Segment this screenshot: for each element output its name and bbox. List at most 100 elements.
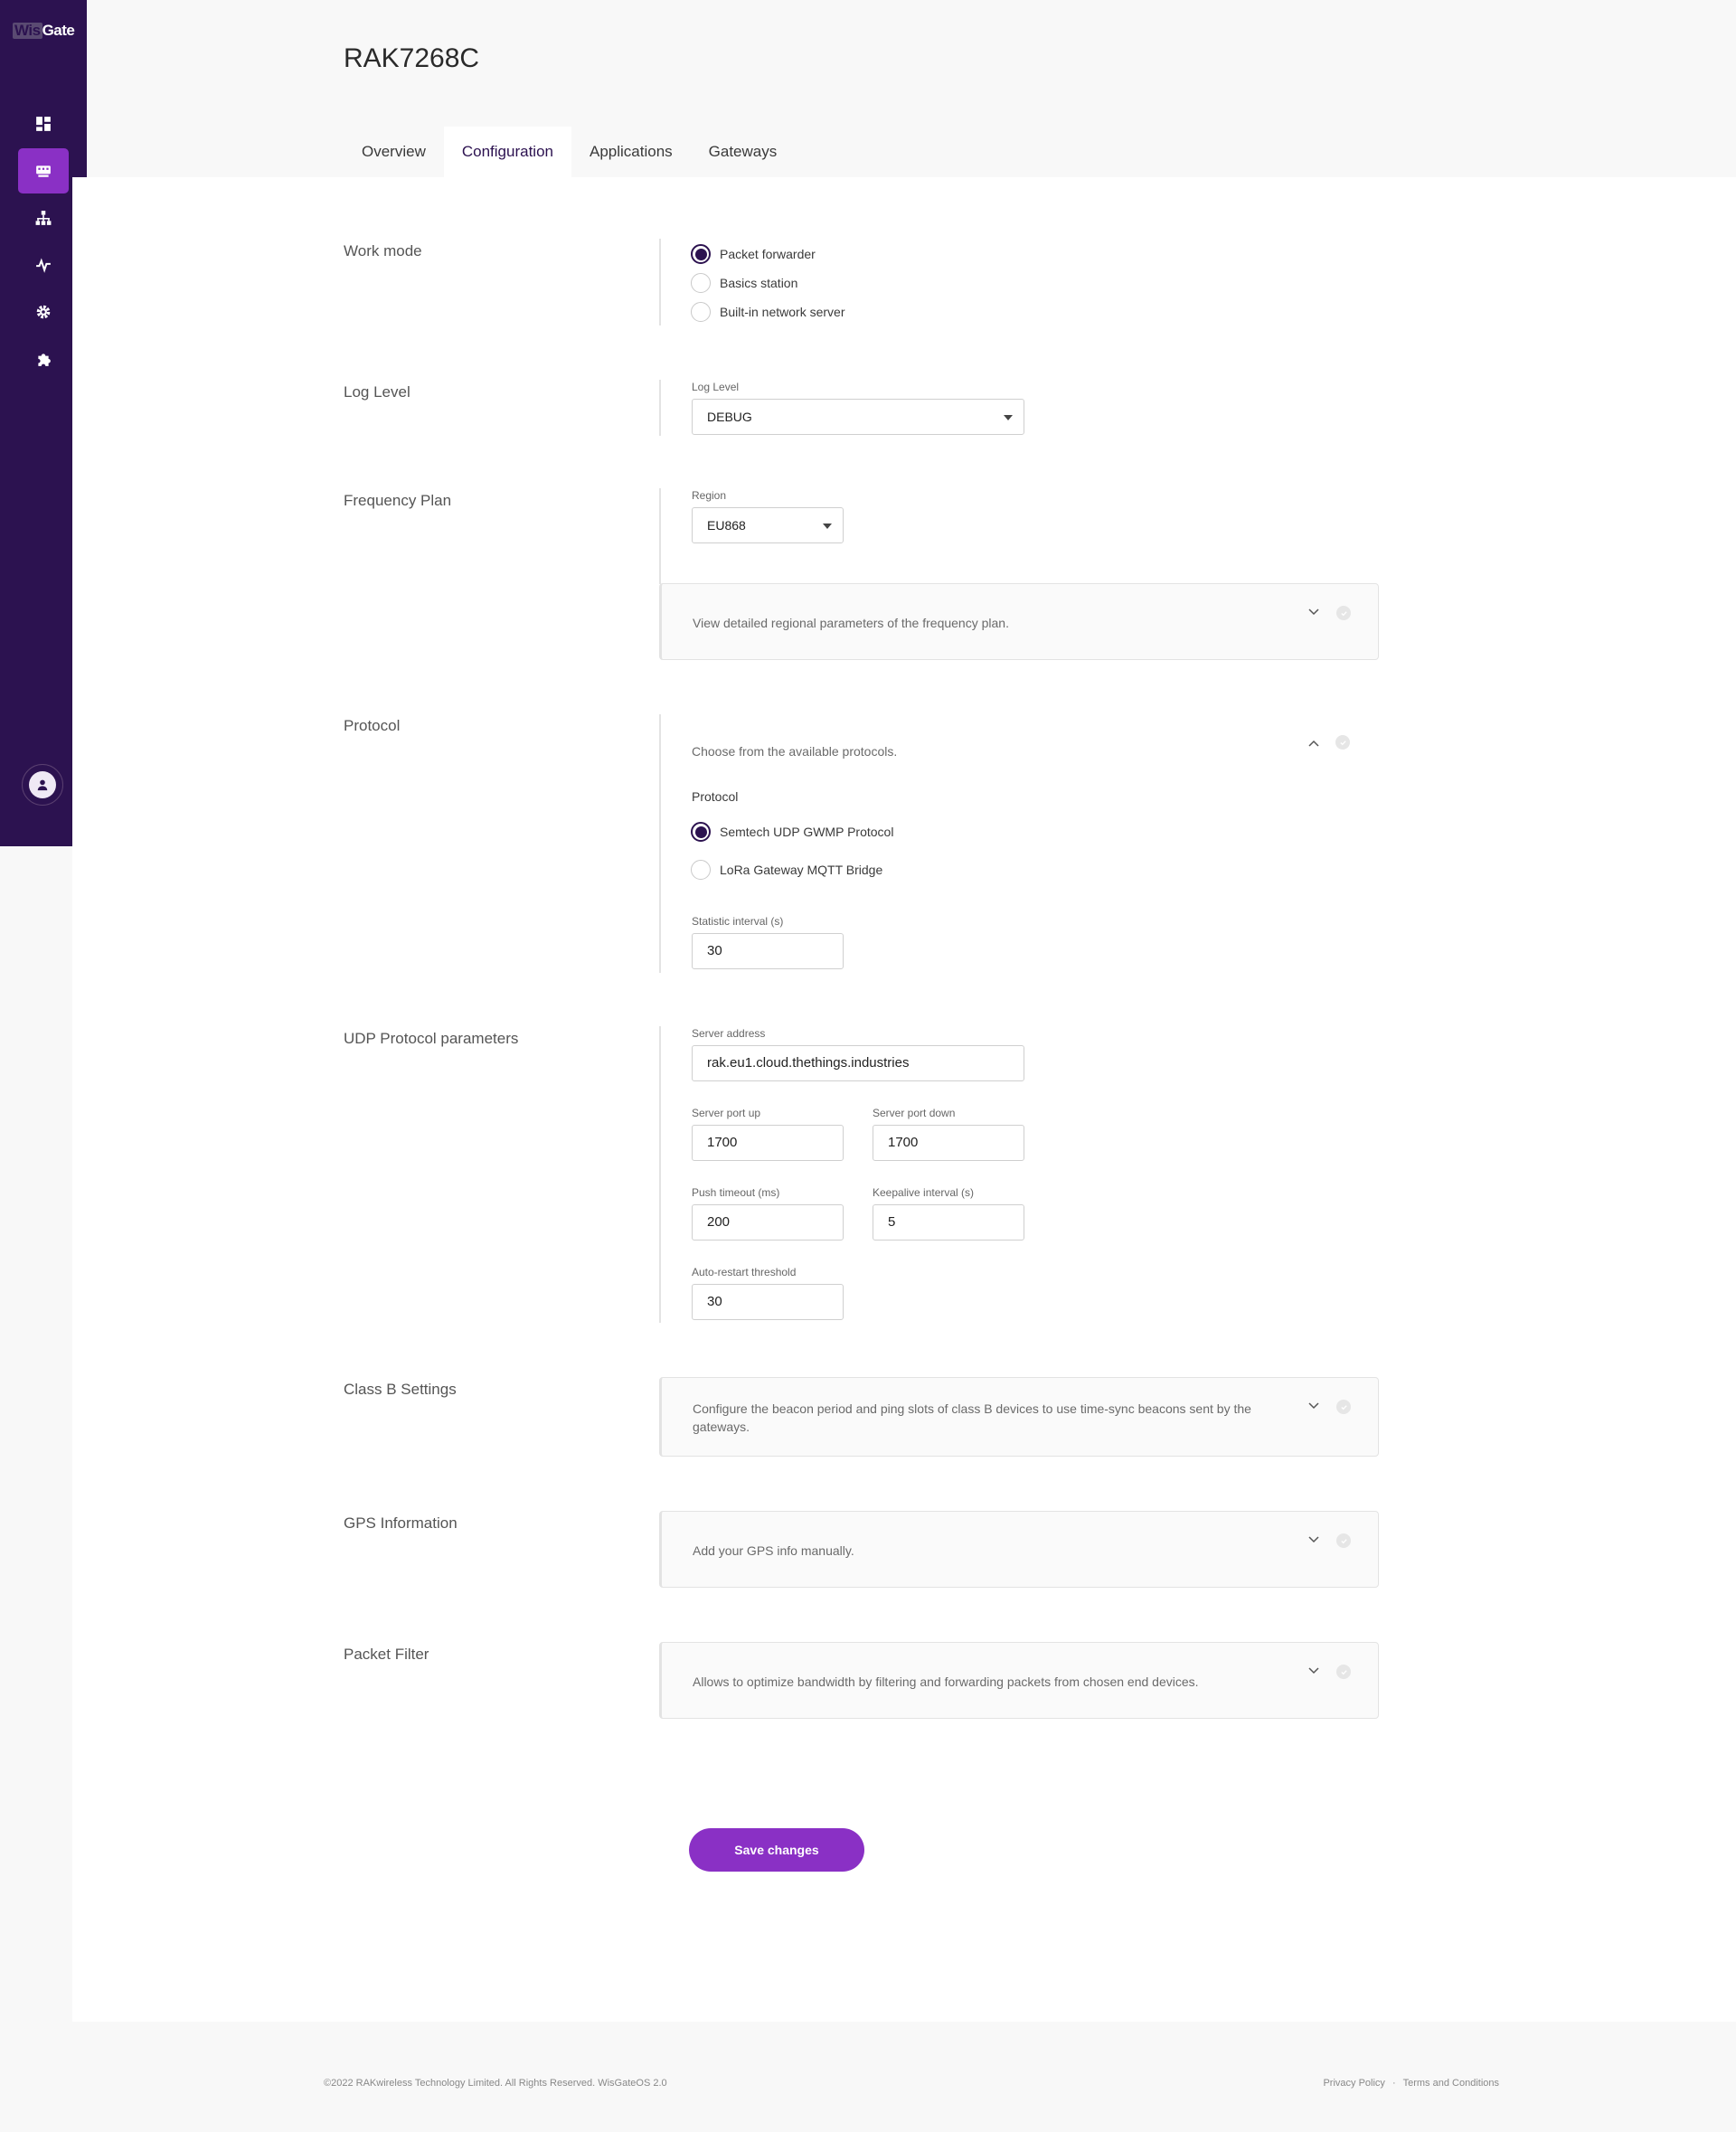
option-label: Packet forwarder: [720, 247, 816, 261]
region-field-label: Region: [692, 489, 727, 502]
protocol-group-label: Protocol: [692, 789, 739, 804]
gear-icon: [36, 305, 51, 319]
check-circle-icon: [1335, 735, 1350, 750]
wisgate-logo[interactable]: Wis Gate: [13, 22, 75, 40]
sidebar-item-dashboard[interactable]: [18, 101, 69, 146]
server-port-down-label: Server port down: [873, 1107, 956, 1119]
check-circle-icon: [1336, 1400, 1351, 1414]
server-port-up-input[interactable]: 1700: [692, 1125, 844, 1161]
chevron-down-icon[interactable]: [1307, 1533, 1320, 1546]
user-avatar[interactable]: [22, 764, 63, 806]
save-changes-button[interactable]: Save changes: [689, 1828, 864, 1872]
chevron-down-icon[interactable]: [1307, 606, 1320, 618]
work-mode-option-packet-forwarder[interactable]: Packet forwarder: [691, 244, 816, 264]
footer-links: Privacy Policy · Terms and Conditions: [1323, 2078, 1499, 2089]
sidebar-item-gateway[interactable]: [18, 148, 69, 193]
push-timeout-label: Push timeout (ms): [692, 1186, 780, 1199]
activity-icon: [36, 258, 51, 273]
protocol-option-semtech-udp[interactable]: Semtech UDP GWMP Protocol: [691, 822, 893, 842]
tab-configuration[interactable]: Configuration: [443, 127, 571, 177]
server-address-input[interactable]: rak.eu1.cloud.thethings.industries: [692, 1045, 1024, 1081]
packet-filter-info-text: Allows to optimize bandwidth by filterin…: [693, 1674, 1199, 1689]
udp-params-rail: [659, 1026, 661, 1323]
radio-checked[interactable]: [691, 244, 711, 264]
region-select[interactable]: EU868: [692, 507, 844, 543]
network-icon: [35, 211, 52, 225]
log-level-label: Log Level: [344, 383, 410, 401]
server-port-down-input[interactable]: 1700: [873, 1125, 1024, 1161]
logo-gate: Gate: [42, 22, 75, 39]
protocol-description: Choose from the available protocols.: [692, 744, 898, 759]
tab-applications[interactable]: Applications: [571, 127, 691, 177]
class-b-info-text: Configure the beacon period and ping slo…: [693, 1401, 1251, 1434]
radio-unchecked[interactable]: [691, 273, 711, 293]
option-label: Semtech UDP GWMP Protocol: [720, 825, 894, 839]
class-b-settings-panel[interactable]: Configure the beacon period and ping slo…: [659, 1377, 1379, 1457]
caret-down-icon: [1004, 415, 1013, 420]
auto-restart-input[interactable]: 30: [692, 1284, 844, 1320]
option-label: Basics station: [720, 276, 798, 290]
protocol-label: Protocol: [344, 717, 401, 734]
log-level-value: DEBUG: [707, 410, 752, 424]
footer-separator: ·: [1392, 2078, 1396, 2089]
log-level-rail: [659, 380, 661, 436]
puzzle-icon: [38, 354, 51, 366]
radio-unchecked[interactable]: [691, 860, 711, 880]
chevron-up-icon[interactable]: [1307, 737, 1320, 750]
region-value: EU868: [707, 518, 746, 533]
class-b-label: Class B Settings: [344, 1381, 457, 1398]
packet-filter-panel[interactable]: Allows to optimize bandwidth by filterin…: [659, 1642, 1379, 1719]
page-title: RAK7268C: [344, 43, 480, 73]
packet-filter-label: Packet Filter: [344, 1646, 429, 1663]
terms-link[interactable]: Terms and Conditions: [1403, 2078, 1499, 2089]
frequency-plan-rail: [659, 488, 661, 584]
keepalive-interval-label: Keepalive interval (s): [873, 1186, 975, 1199]
gps-info-panel[interactable]: Add your GPS info manually.: [659, 1511, 1379, 1588]
sidebar-item-activity[interactable]: [18, 242, 69, 288]
protocol-rail: [659, 714, 661, 973]
statistic-interval-input[interactable]: 30: [692, 933, 844, 969]
radio-unchecked[interactable]: [691, 302, 711, 322]
work-mode-label: Work mode: [344, 242, 422, 259]
frequency-plan-label: Frequency Plan: [344, 492, 452, 509]
push-timeout-input[interactable]: 200: [692, 1204, 844, 1241]
keepalive-interval-input[interactable]: 5: [873, 1204, 1024, 1241]
user-icon: [37, 779, 48, 791]
udp-params-label: UDP Protocol parameters: [344, 1030, 519, 1047]
check-circle-icon: [1336, 606, 1351, 620]
statistic-interval-label: Statistic interval (s): [692, 915, 784, 928]
gateway-icon: [36, 165, 51, 177]
sidebar-item-network[interactable]: [18, 195, 69, 241]
dashboard-icon: [36, 117, 51, 131]
check-circle-icon: [1336, 1665, 1351, 1679]
sidebar-item-extensions[interactable]: [18, 336, 69, 382]
work-mode-rail: [659, 239, 661, 325]
copyright-text: ©2022 RAKwireless Technology Limited. Al…: [324, 2078, 667, 2089]
log-level-field-label: Log Level: [692, 381, 740, 393]
radio-checked[interactable]: [691, 822, 711, 842]
server-port-up-label: Server port up: [692, 1107, 761, 1119]
configuration-panel: [72, 177, 1736, 2022]
log-level-select[interactable]: DEBUG: [692, 399, 1024, 435]
protocol-option-mqtt-bridge[interactable]: LoRa Gateway MQTT Bridge: [691, 860, 882, 880]
option-label: Built-in network server: [720, 305, 845, 319]
auto-restart-label: Auto-restart threshold: [692, 1266, 797, 1278]
tab-bar: Overview Configuration Applications Gate…: [344, 127, 795, 177]
chevron-down-icon[interactable]: [1307, 1400, 1320, 1412]
privacy-policy-link[interactable]: Privacy Policy: [1323, 2078, 1384, 2089]
logo-wis: Wis: [13, 22, 42, 39]
server-address-label: Server address: [692, 1027, 766, 1040]
sidebar-item-settings[interactable]: [18, 289, 69, 335]
frequency-plan-details[interactable]: View detailed regional parameters of the…: [659, 583, 1379, 660]
work-mode-option-built-in-ns[interactable]: Built-in network server: [691, 302, 845, 322]
chevron-down-icon[interactable]: [1307, 1665, 1320, 1677]
frequency-plan-info-text: View detailed regional parameters of the…: [693, 616, 1009, 630]
work-mode-option-basics-station[interactable]: Basics station: [691, 273, 797, 293]
footer: ©2022 RAKwireless Technology Limited. Al…: [0, 2022, 1736, 2132]
tab-gateways[interactable]: Gateways: [691, 127, 796, 177]
caret-down-icon: [823, 524, 832, 529]
tab-overview[interactable]: Overview: [344, 127, 444, 177]
check-circle-icon: [1336, 1533, 1351, 1548]
option-label: LoRa Gateway MQTT Bridge: [720, 863, 883, 877]
gps-info-text: Add your GPS info manually.: [693, 1543, 854, 1558]
